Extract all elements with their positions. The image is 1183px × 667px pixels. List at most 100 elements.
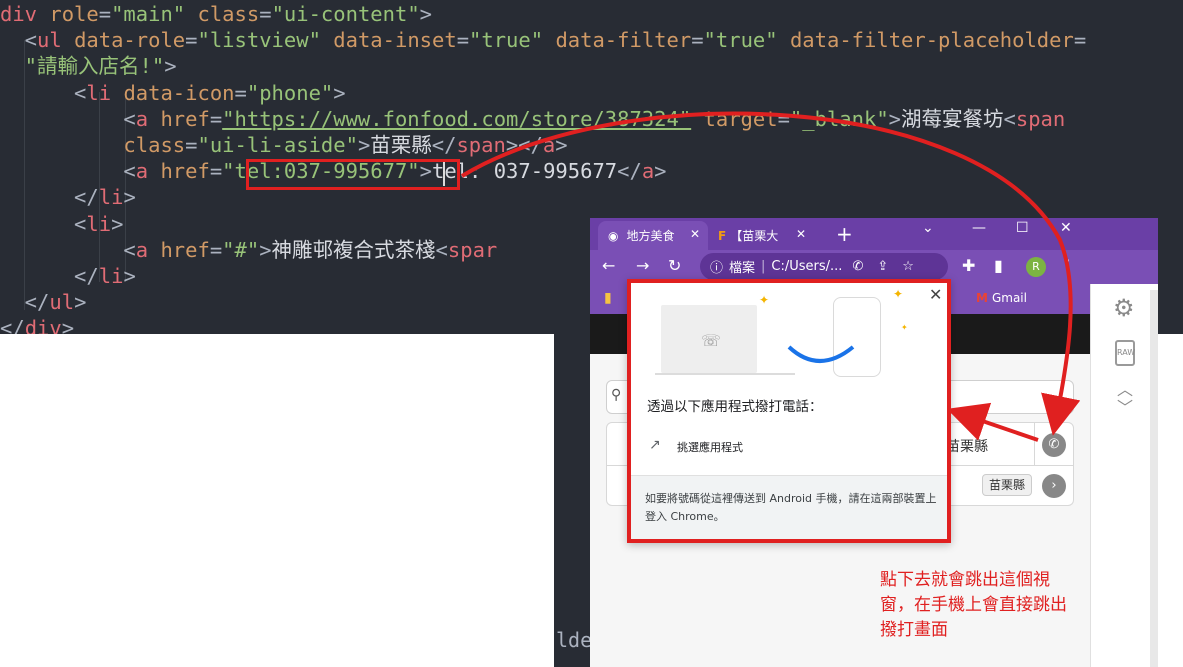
code-token: div <box>24 316 62 334</box>
address-url: C:/Users/... <box>771 259 843 274</box>
bookmark-gmail[interactable]: M Gmail <box>976 291 1027 305</box>
code-token: "#" <box>222 237 260 262</box>
code-token: < <box>0 211 87 236</box>
code-token: </ <box>0 185 99 210</box>
code-token: > <box>654 159 667 184</box>
code-token: > <box>123 264 136 288</box>
code-token: span <box>456 133 506 157</box>
gear-icon[interactable]: ⚙ <box>1113 294 1135 322</box>
code-token: role <box>49 2 99 26</box>
forward-icon[interactable]: → <box>636 256 649 275</box>
code-token: < <box>0 28 38 53</box>
back-icon[interactable]: ← <box>602 256 615 275</box>
code-line: <a href="#">神雕邨複合式茶棧<spar <box>0 237 497 263</box>
code-token: spar <box>447 237 498 262</box>
code-token: a <box>135 106 161 131</box>
code-token: data-filter-placeholder <box>789 28 1074 53</box>
list-item-aside-badge: 苗栗縣 <box>982 474 1033 496</box>
tab-label: 地方美食 <box>626 229 675 243</box>
code-token: data-filter <box>555 28 692 53</box>
profile-avatar[interactable]: R <box>1026 257 1046 277</box>
tel-href-highlight-box <box>246 159 460 190</box>
reload-icon[interactable]: ↻ <box>668 256 681 275</box>
code-token: > <box>164 54 177 79</box>
code-token: = <box>209 159 223 184</box>
code-token: "ui-li-aside" <box>197 133 358 157</box>
code-token: = <box>209 237 223 262</box>
code-editor-fragment <box>554 334 594 667</box>
code-token: "_blank" <box>789 106 889 131</box>
code-line: <li> <box>0 211 123 237</box>
gmail-icon: M <box>976 291 988 305</box>
code-token: < <box>0 237 136 262</box>
site-favicon-icon: F <box>718 228 727 243</box>
extensions-icon[interactable]: ✚ <box>962 256 975 275</box>
code-token: = <box>209 106 223 131</box>
address-bar[interactable]: ⓘ 檔案 | C:/Users/... ✆ ⇪ ☆ <box>700 253 948 280</box>
code-token: href <box>160 106 210 131</box>
list-split-divider <box>1034 423 1035 465</box>
menu-kebab-icon[interactable]: ⋮ <box>1060 256 1076 275</box>
reading-list-icon[interactable]: ▮ <box>994 256 1003 275</box>
code-token: "phone" <box>246 80 334 105</box>
code-token: = <box>234 80 247 105</box>
code-line: "請輸入店名!"> <box>0 53 177 79</box>
phone-call-button[interactable]: ✆ <box>1042 433 1066 457</box>
code-token: "請輸入店名!" <box>0 54 165 79</box>
code-token: li <box>98 185 124 210</box>
code-token: href <box>160 237 210 262</box>
tab-search-icon[interactable]: ⌄ <box>922 220 934 236</box>
code-token: = <box>185 133 198 157</box>
raw-file-icon[interactable]: RAW <box>1115 340 1135 366</box>
bookmark-star-icon[interactable]: ☆ <box>902 259 914 274</box>
pick-app-option[interactable]: ↗ 挑選應用程式 <box>631 429 947 463</box>
tab-close-icon[interactable]: ✕ <box>796 227 806 241</box>
code-token: > <box>74 290 87 315</box>
code-token: "listview" <box>197 28 334 53</box>
close-icon[interactable]: ✕ <box>929 285 942 304</box>
tab-miaoli[interactable]: F 【苗栗大 ✕ <box>712 221 820 250</box>
code-token: target <box>703 106 778 131</box>
code-token: </ <box>0 316 25 334</box>
code-token: li <box>86 80 124 105</box>
call-app-popup: ☏ ✦ ✦ ✦ ✕ 透過以下應用程式撥打電話： ↗ 挑選應用程式 如要將號碼從這… <box>627 279 951 543</box>
code-token: span <box>1015 106 1066 131</box>
chevron-right-icon[interactable]: › <box>1042 474 1066 498</box>
code-token: 神雕邨複合式茶棧 <box>271 237 436 262</box>
scrollbar[interactable] <box>1150 290 1158 667</box>
code-token: li <box>98 264 124 288</box>
share-icon[interactable]: ⇪ <box>877 259 888 274</box>
code-token: 湖莓宴餐坊 <box>901 106 1004 131</box>
tab-close-icon[interactable]: ✕ <box>690 227 700 241</box>
code-line: <li data-icon="phone"> <box>0 80 346 106</box>
tab-bar: ◉ 地方美食 ✕ F 【苗栗大 ✕ + ⌄ — ☐ ✕ <box>590 218 1158 250</box>
info-icon[interactable]: ⓘ <box>710 257 723 276</box>
code-token: 苗栗縣 <box>370 133 432 157</box>
code-token: = <box>185 28 198 53</box>
bookmark-folder-icon[interactable]: ▮ <box>604 290 612 306</box>
close-window-button[interactable]: ✕ <box>1060 220 1072 236</box>
phone-icon[interactable]: ✆ <box>852 259 863 274</box>
tab-local-food[interactable]: ◉ 地方美食 ✕ <box>598 221 708 250</box>
open-external-icon: ↗ <box>649 437 661 453</box>
new-tab-button[interactable]: + <box>836 222 853 246</box>
minimize-button[interactable]: — <box>972 220 986 236</box>
code-token: a <box>135 237 161 262</box>
code-line: <a href="https://www.fonfood.com/store/3… <box>0 106 1065 132</box>
chevron-down-icon[interactable]: ﹀ <box>1117 394 1133 418</box>
code-token: > <box>888 106 902 131</box>
blank-area <box>0 334 554 667</box>
code-token: > <box>357 133 371 157</box>
side-panel: ⚙ RAW ︿ ﹀ <box>1090 284 1158 667</box>
code-token: > <box>123 185 136 210</box>
code-token: </ <box>617 159 642 184</box>
code-token: class <box>197 2 260 26</box>
pick-app-label: 挑選應用程式 <box>677 441 743 454</box>
code-token: "ui-content" <box>271 2 420 26</box>
code-token: = <box>98 2 112 26</box>
code-token: < <box>435 237 448 262</box>
maximize-button[interactable]: ☐ <box>1016 220 1029 236</box>
code-fragment-text: lde <box>556 628 593 652</box>
code-token: = <box>259 2 272 26</box>
